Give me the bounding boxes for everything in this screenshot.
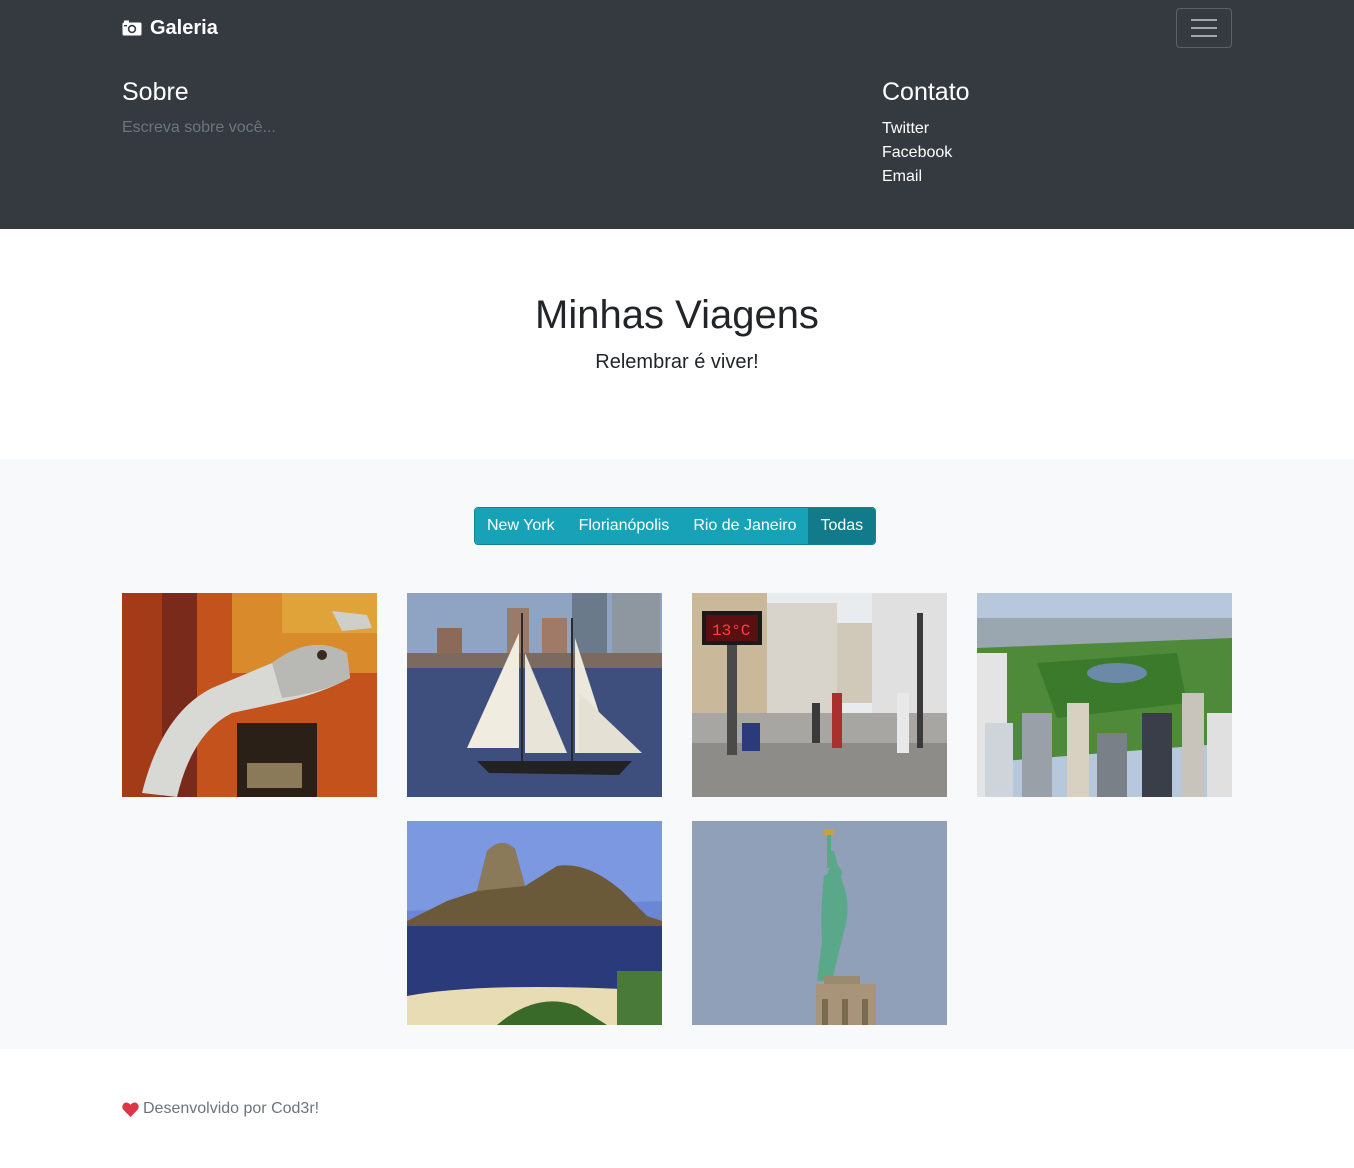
hero-subtitle: Relembrar é viver!: [595, 351, 759, 373]
filter-florianopolis-button[interactable]: Florianópolis: [566, 508, 682, 544]
gallery-photo-statue-of-liberty[interactable]: [692, 821, 947, 1025]
dinosaur-image: [122, 593, 377, 797]
sugarloaf-image: [407, 821, 662, 1025]
filter-button-group: New York Florianópolis Rio de Janeiro To…: [474, 507, 877, 545]
sailboat-image: [407, 593, 662, 797]
contact-list: Twitter Facebook Email: [882, 117, 952, 189]
hamburger-menu-icon: [1191, 19, 1217, 21]
hero-section: Minhas Viagens Relembrar é viver!: [0, 229, 1354, 459]
contact-title: Contato: [882, 78, 970, 106]
brand-label: Galeria: [150, 16, 218, 39]
navbar-toggler-button[interactable]: [1176, 8, 1232, 48]
filter-rio-de-janeiro-button[interactable]: Rio de Janeiro: [681, 508, 809, 544]
gallery-section: New York Florianópolis Rio de Janeiro To…: [0, 459, 1354, 1049]
gallery-photo-dinosaur[interactable]: [122, 593, 377, 797]
filter-todas-button[interactable]: Todas: [808, 508, 876, 544]
gallery-photo-central-park[interactable]: [977, 593, 1232, 797]
gallery-photo-street[interactable]: 13°C: [692, 593, 947, 797]
top-collapse-panel: Galeria Sobre Escreva sobre você... Cont…: [0, 0, 1354, 229]
contact-link-facebook[interactable]: Facebook: [882, 141, 952, 165]
contact-link-twitter[interactable]: Twitter: [882, 117, 952, 141]
street-image: 13°C: [692, 593, 947, 797]
camera-icon: [122, 20, 142, 36]
svg-text:13°C: 13°C: [712, 622, 750, 640]
contact-link-email[interactable]: Email: [882, 165, 952, 189]
filter-new-york-button[interactable]: New York: [475, 508, 567, 544]
navbar-brand[interactable]: Galeria: [122, 15, 218, 41]
about-text: Escreva sobre você...: [122, 119, 276, 136]
gallery-photo-sailboat[interactable]: [407, 593, 662, 797]
about-title: Sobre: [122, 78, 189, 106]
central-park-image: [977, 593, 1232, 797]
hero-title: Minhas Viagens: [535, 293, 819, 337]
statue-of-liberty-image: [692, 821, 947, 1025]
gallery-photo-sugarloaf[interactable]: [407, 821, 662, 1025]
footer: Desenvolvido por Cod3r!: [122, 1098, 319, 1120]
heart-icon: [122, 1102, 139, 1117]
footer-text: Desenvolvido por Cod3r!: [143, 1100, 320, 1117]
